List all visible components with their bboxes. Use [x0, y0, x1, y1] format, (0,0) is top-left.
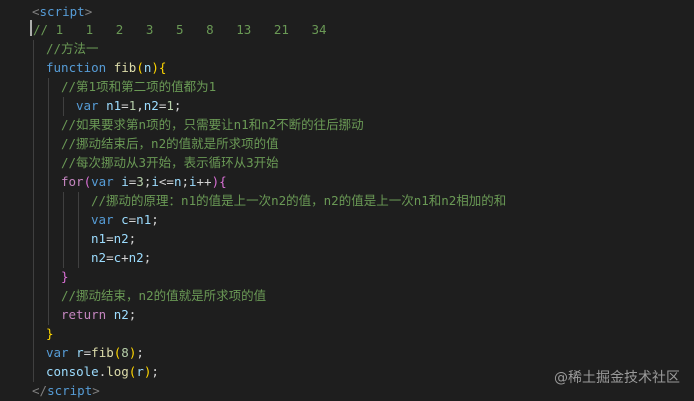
variable: n1 [91, 231, 107, 246]
comment: //挪动结束，n2的值就是所求项的值 [61, 288, 267, 303]
variable: i [151, 174, 159, 189]
code-line[interactable]: console.log(r); [0, 362, 159, 381]
code-line[interactable]: //如果要求第n项的，只需要让n1和n2不断的往后挪动 [0, 115, 364, 134]
code-line[interactable]: //挪动结束，n2的值就是所求项的值 [0, 286, 266, 305]
number: 1 [166, 98, 174, 113]
closing-brace: } [46, 326, 54, 341]
variable: r [136, 364, 144, 379]
code-line[interactable]: //挪动的原理：n1的值是上一次n2的值，n2的值是上一次n1和n2相加的和 [0, 191, 506, 210]
keyword: function [46, 60, 107, 75]
code-line[interactable]: // 1 1 2 3 5 8 13 21 34 [0, 20, 327, 39]
tag-bracket: < [32, 4, 40, 19]
variable: r [76, 345, 84, 360]
variable: n2 [143, 98, 159, 113]
variable: n2 [113, 231, 129, 246]
function-call: log [106, 364, 129, 379]
tag-name: script [47, 383, 93, 398]
comment: // 1 1 2 3 5 8 13 21 34 [33, 22, 327, 37]
tag-bracket: > [84, 4, 93, 19]
variable: n2 [91, 250, 107, 265]
number: 3 [136, 174, 144, 189]
comment: //挪动的原理：n1的值是上一次n2的值，n2的值是上一次n1和n2相加的和 [91, 193, 507, 208]
code-line[interactable]: n2=c+n2; [0, 248, 151, 267]
number: 8 [121, 345, 129, 360]
variable: n2 [113, 307, 129, 322]
comment: //挪动结束后，n2的值就是所求项的值 [61, 136, 279, 151]
code-line[interactable]: n1=n2; [0, 229, 136, 248]
variable: console [46, 364, 99, 379]
function-name: fib [113, 60, 137, 75]
code-editor[interactable]: <script> // 1 1 2 3 5 8 13 21 34 //方法一 f… [0, 0, 694, 401]
code-line[interactable]: //挪动结束后，n2的值就是所求项的值 [0, 134, 279, 153]
code-line[interactable]: //第1项和第二项的值都为1 [0, 77, 216, 96]
keyword: var [46, 345, 69, 360]
variable: i [121, 174, 129, 189]
tag-name: script [39, 4, 85, 19]
tag-bracket: > [92, 383, 100, 398]
variable: n2 [128, 250, 144, 265]
keyword: var [76, 98, 99, 113]
code-line[interactable]: var n1=1,n2=1; [0, 96, 181, 115]
code-line[interactable]: for(var i=3;i<=n;i++){ [0, 172, 227, 191]
closing-brace: } [61, 269, 69, 284]
variable: n1 [136, 212, 152, 227]
comment: //每次挪动从3开始，表示循环从3开始 [61, 155, 279, 170]
variable: n1 [106, 98, 122, 113]
keyword: var [91, 212, 114, 227]
keyword: var [91, 174, 114, 189]
code-line[interactable]: //每次挪动从3开始，表示循环从3开始 [0, 153, 279, 172]
code-line[interactable]: //方法一 [0, 39, 99, 58]
code-line[interactable]: var c=n1; [0, 210, 159, 229]
variable: c [121, 212, 129, 227]
comment: //如果要求第n项的，只需要让n1和n2不断的往后挪动 [61, 117, 364, 132]
code-line[interactable]: var r=fib(8); [0, 343, 144, 362]
code-line[interactable]: } [0, 324, 54, 343]
variable: c [113, 250, 122, 265]
code-line[interactable]: <script> [0, 2, 92, 21]
code-line[interactable]: } [0, 267, 69, 286]
code-line[interactable]: </script> [0, 381, 100, 400]
tag-bracket: </ [32, 383, 48, 398]
code-line[interactable]: return n2; [0, 305, 136, 324]
code-line[interactable]: function fib(n){ [0, 58, 166, 77]
function-call: fib [91, 345, 114, 360]
comment: //第1项和第二项的值都为1 [61, 79, 217, 94]
variable: i [189, 174, 197, 189]
comment: //方法一 [46, 41, 99, 56]
keyword: return [61, 307, 107, 322]
watermark: @稀土掘金技术社区 [554, 370, 680, 386]
keyword: for [61, 174, 84, 189]
